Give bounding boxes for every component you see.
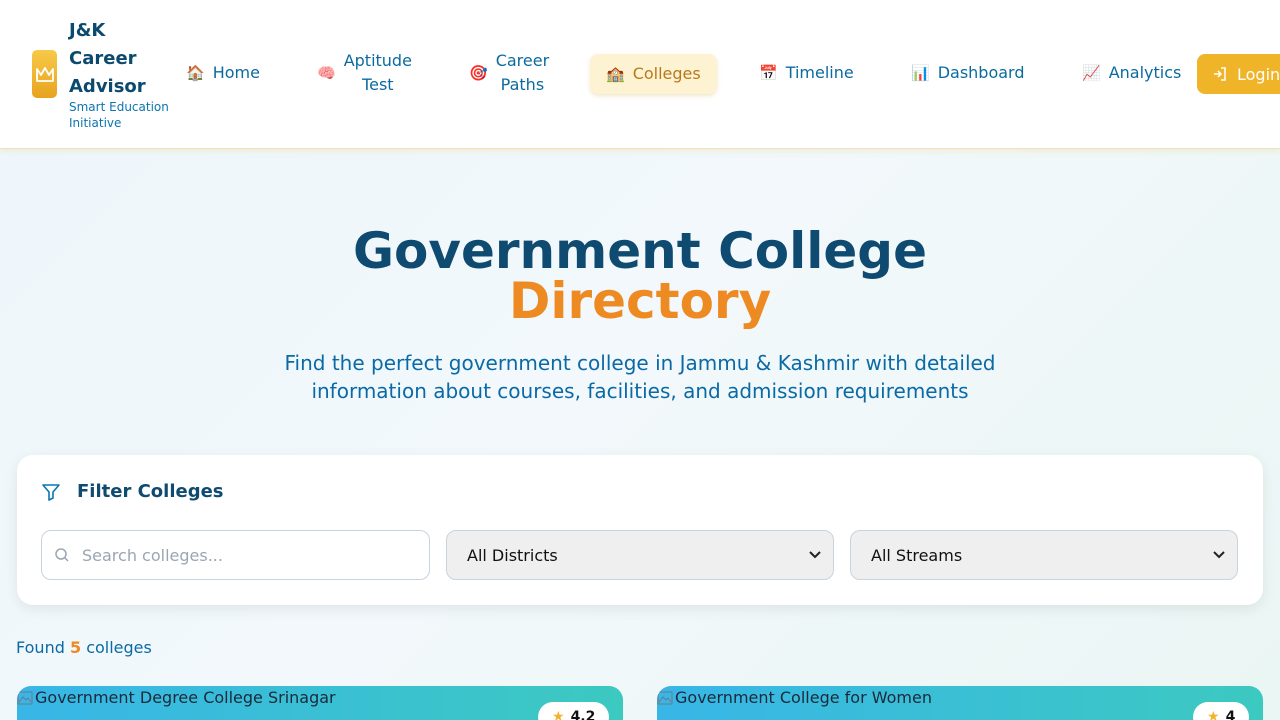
college-image-alt: Government Degree College Srinagar (35, 688, 336, 707)
page-title: Government College Directory (0, 226, 1280, 326)
nav-timeline-label: Timeline (785, 63, 854, 82)
college-image-alt: Government College for Women (675, 688, 932, 707)
rating-badge: ★ 4 (1193, 702, 1250, 720)
bar-chart-icon: 📊 (911, 63, 930, 82)
stream-select-value: All Streams (871, 545, 963, 565)
rating-value: 4 (1225, 709, 1236, 720)
star-icon: ★ (1207, 709, 1220, 720)
school-icon: 🏫 (606, 64, 625, 83)
results-found-suffix: colleges (86, 638, 152, 657)
page-subtitle: Find the perfect government college in J… (284, 351, 996, 403)
results-count: Found 5 colleges (16, 638, 152, 657)
stream-select[interactable]: All Streams (850, 530, 1238, 580)
nav-timeline[interactable]: 📅 Timeline (759, 49, 854, 97)
filter-icon (42, 483, 60, 501)
target-icon: 🎯 (469, 63, 488, 82)
login-label: Login (1237, 64, 1280, 84)
nav-career-paths[interactable]: 🎯 Career Paths (469, 49, 549, 97)
nav-dashboard-label: Dashboard (937, 63, 1025, 82)
college-card[interactable]: Government Degree College Srinagar ★ 4.2 (17, 686, 623, 720)
filter-heading-label: Filter Colleges (77, 481, 224, 502)
broken-image-icon (17, 691, 33, 704)
college-image: Government Degree College Srinagar (17, 688, 336, 707)
brand-title[interactable]: J&K Career Advisor (69, 17, 179, 101)
district-select[interactable]: All Districts (446, 530, 834, 580)
district-select-value: All Districts (467, 545, 558, 565)
house-icon: 🏠 (186, 63, 205, 82)
brand-logo-icon[interactable] (32, 50, 57, 98)
search-field[interactable] (41, 530, 430, 580)
nav-colleges-label: Colleges (632, 64, 701, 83)
nav-colleges[interactable]: 🏫 Colleges (590, 54, 717, 94)
nav-home[interactable]: 🏠 Home (186, 49, 260, 97)
nav-home-label: Home (212, 63, 260, 82)
rating-badge: ★ 4.2 (538, 702, 610, 720)
login-button[interactable]: Login (1197, 54, 1280, 94)
college-image: Government College for Women (657, 688, 932, 707)
results-found-prefix: Found (16, 638, 65, 657)
search-input[interactable] (82, 545, 402, 565)
filter-card: Filter Colleges All Districts All Stream… (17, 455, 1263, 605)
nav-analytics[interactable]: 📈 Analytics (1082, 49, 1181, 97)
calendar-icon: 📅 (759, 63, 778, 82)
nav-career-paths-label: Career Paths (495, 51, 550, 94)
star-icon: ★ (552, 709, 565, 720)
brand-subtitle: Smart Education Initiative (69, 100, 169, 130)
top-navbar: J&K Career Advisor Smart Education Initi… (0, 0, 1280, 149)
chevron-down-icon (1213, 548, 1225, 562)
nav-aptitude-test[interactable]: 🧠 Aptitude Test (317, 49, 412, 97)
results-count-number: 5 (69, 638, 82, 657)
trend-chart-icon: 📈 (1082, 63, 1101, 82)
rating-value: 4.2 (570, 709, 596, 720)
broken-image-icon (657, 691, 673, 704)
nav-aptitude-test-label: Aptitude Test (343, 51, 412, 94)
page-title-accent: Directory (508, 272, 772, 330)
nav-dashboard[interactable]: 📊 Dashboard (911, 49, 1025, 97)
college-card[interactable]: Government College for Women ★ 4 (657, 686, 1263, 720)
search-icon (55, 548, 69, 562)
nav-analytics-label: Analytics (1108, 63, 1182, 82)
brain-icon: 🧠 (317, 63, 336, 82)
chevron-down-icon (809, 548, 821, 562)
login-icon (1214, 67, 1226, 81)
filter-heading: Filter Colleges (41, 481, 224, 502)
